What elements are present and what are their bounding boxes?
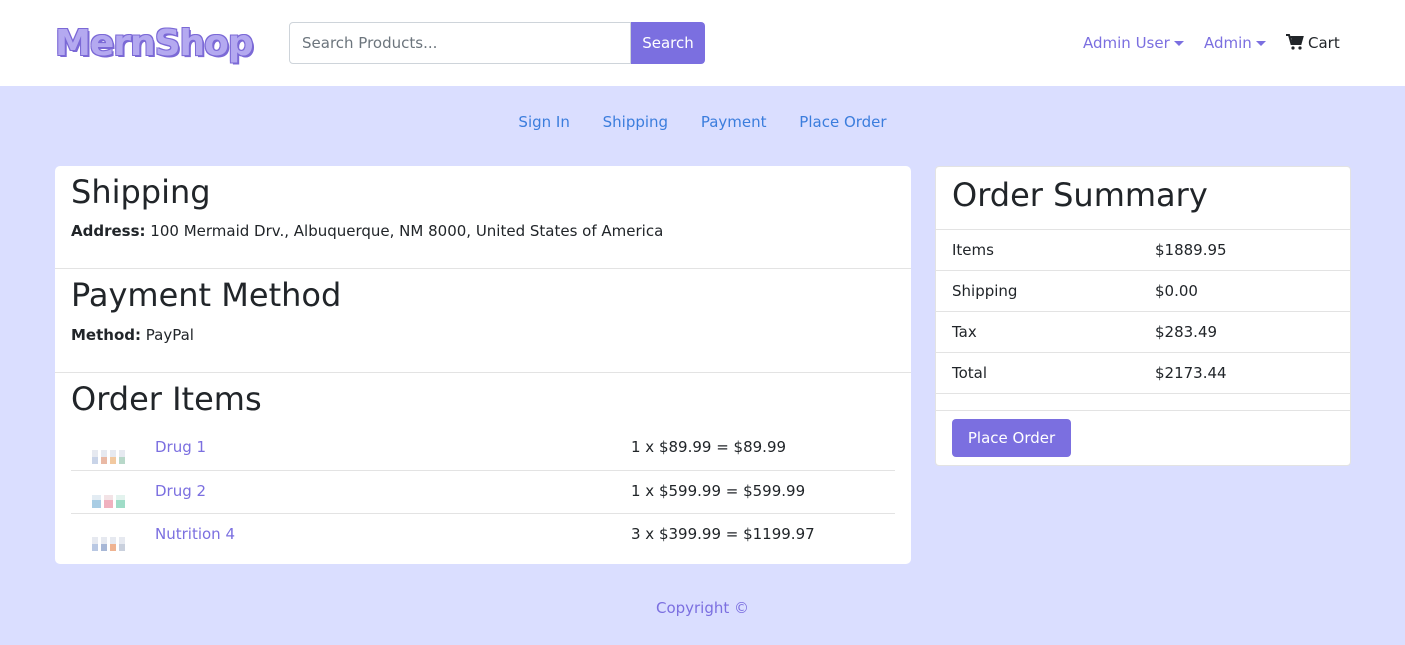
summary-row-tax: Tax $283.49	[936, 311, 1350, 352]
method-label: Method:	[71, 326, 141, 344]
method-value: PayPal	[145, 326, 194, 344]
user-menu-label: Admin User	[1083, 34, 1170, 52]
item-calculation: 1 x $89.99 = $89.99	[631, 438, 787, 456]
summary-label: Shipping	[952, 282, 1018, 300]
cart-label: Cart	[1308, 34, 1340, 52]
navbar: MernShop Search Admin User Admin Cart	[0, 0, 1405, 86]
brand-logo[interactable]: MernShop	[55, 22, 254, 66]
list-item: Nutrition 4 3 x $399.99 = $1199.97	[71, 523, 895, 566]
step-sign-in[interactable]: Sign In	[518, 113, 569, 131]
product-link[interactable]: Nutrition 4	[155, 523, 235, 545]
footer-copyright: Copyright ©	[655, 599, 750, 617]
cart-link[interactable]: Cart	[1286, 32, 1340, 54]
search-button[interactable]: Search	[631, 22, 705, 64]
summary-value: $1889.95	[1155, 241, 1227, 259]
summary-label: Tax	[952, 323, 977, 341]
divider	[71, 470, 895, 471]
checkout-steps: Sign In Shipping Payment Place Order	[0, 111, 1405, 133]
cart-icon	[1286, 34, 1304, 50]
divider	[71, 513, 895, 514]
list-item: Drug 2 1 x $599.99 = $599.99	[71, 480, 895, 523]
divider	[55, 268, 911, 269]
list-item: Drug 1 1 x $89.99 = $89.99	[71, 436, 895, 479]
step-shipping[interactable]: Shipping	[603, 113, 668, 131]
summary-value: $2173.44	[1155, 364, 1227, 382]
item-calculation: 1 x $599.99 = $599.99	[631, 482, 806, 500]
chevron-down-icon	[1255, 41, 1266, 46]
order-summary-card: Order Summary Items $1889.95 Shipping $0…	[935, 166, 1351, 466]
order-details-card: Shipping Address: 100 Mermaid Drv., Albu…	[55, 166, 911, 564]
summary-label: Items	[952, 241, 994, 259]
step-payment[interactable]: Payment	[701, 113, 767, 131]
product-link[interactable]: Drug 1	[155, 436, 206, 458]
step-place-order[interactable]: Place Order	[799, 113, 886, 131]
product-thumbnail	[92, 450, 125, 464]
place-order-button[interactable]: Place Order	[952, 419, 1071, 457]
payment-method: Method: PayPal	[71, 324, 194, 346]
user-menu-dropdown[interactable]: Admin User	[1083, 32, 1184, 54]
summary-row-empty	[936, 393, 1350, 410]
summary-row-items: Items $1889.95	[936, 229, 1350, 270]
order-items-title: Order Items	[71, 380, 262, 418]
chevron-down-icon	[1173, 41, 1184, 46]
payment-title: Payment Method	[71, 276, 342, 314]
shipping-title: Shipping	[71, 173, 211, 211]
shipping-address: Address: 100 Mermaid Drv., Albuquerque, …	[71, 220, 663, 242]
order-summary-title: Order Summary	[952, 176, 1208, 214]
address-value: 100 Mermaid Drv., Albuquerque, NM 8000, …	[150, 222, 664, 240]
divider	[936, 410, 1350, 411]
summary-value: $0.00	[1155, 282, 1198, 300]
product-link[interactable]: Drug 2	[155, 480, 206, 502]
product-thumbnail	[92, 537, 125, 551]
admin-menu-label: Admin	[1204, 34, 1252, 52]
address-label: Address:	[71, 222, 146, 240]
item-calculation: 3 x $399.99 = $1199.97	[631, 525, 815, 543]
divider	[55, 372, 911, 373]
product-thumbnail	[92, 495, 125, 508]
summary-label: Total	[952, 364, 988, 382]
summary-row-total: Total $2173.44	[936, 352, 1350, 393]
summary-value: $283.49	[1155, 323, 1218, 341]
admin-menu-dropdown[interactable]: Admin	[1204, 32, 1266, 54]
summary-row-shipping: Shipping $0.00	[936, 270, 1350, 311]
search-input[interactable]	[289, 22, 631, 64]
